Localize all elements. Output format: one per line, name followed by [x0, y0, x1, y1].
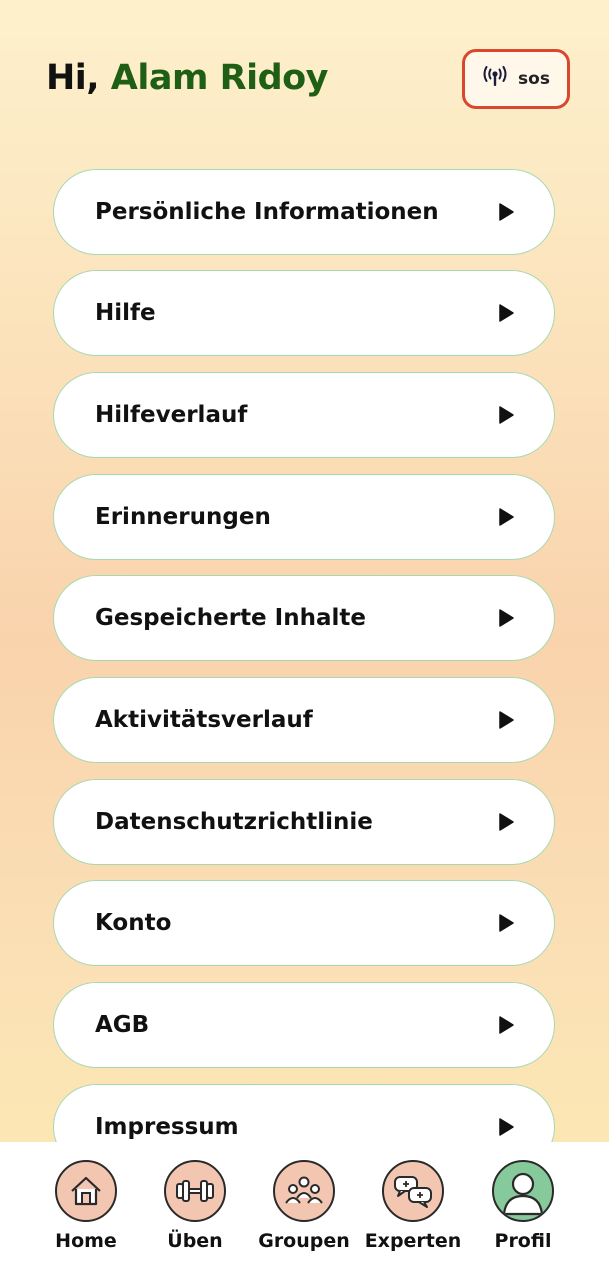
play-triangle-icon	[498, 914, 516, 932]
play-triangle-icon	[498, 1118, 516, 1136]
user-profile-icon	[492, 1160, 554, 1222]
profile-menu: Persönliche Informationen Hilfe Hilfever…	[53, 169, 555, 1144]
sos-label: sos	[518, 69, 550, 89]
menu-item-label: Datenschutzrichtlinie	[95, 809, 373, 835]
greeting-title: Hi, Alam Ridoy	[46, 58, 329, 98]
user-name: Alam Ridoy	[110, 58, 329, 98]
play-triangle-icon	[498, 304, 516, 322]
nav-label: Profil	[494, 1230, 552, 1252]
nav-label: Üben	[167, 1230, 223, 1252]
nav-groupen[interactable]: Groupen	[249, 1160, 359, 1270]
menu-item-label: Persönliche Informationen	[95, 199, 439, 225]
nav-label: Groupen	[258, 1230, 350, 1252]
menu-item-label: Hilfeverlauf	[95, 402, 248, 428]
greeting-text: Hi,	[46, 58, 100, 98]
play-triangle-icon	[498, 1016, 516, 1034]
play-triangle-icon	[498, 203, 516, 221]
nav-label: Experten	[364, 1230, 462, 1252]
play-triangle-icon	[498, 813, 516, 831]
dumbbell-icon	[164, 1160, 226, 1222]
menu-item-label: Konto	[95, 910, 172, 936]
play-triangle-icon	[498, 406, 516, 424]
header: Hi, Alam Ridoy sos	[0, 0, 609, 160]
menu-item-label: Hilfe	[95, 300, 156, 326]
sos-button[interactable]: sos	[462, 49, 570, 109]
menu-item-datenschutz[interactable]: Datenschutzrichtlinie	[53, 779, 555, 865]
play-triangle-icon	[498, 711, 516, 729]
menu-item-label: Erinnerungen	[95, 504, 271, 530]
menu-item-agb[interactable]: AGB	[53, 982, 555, 1068]
nav-home[interactable]: Home	[31, 1160, 141, 1270]
play-triangle-icon	[498, 508, 516, 526]
menu-item-erinnerungen[interactable]: Erinnerungen	[53, 474, 555, 560]
nav-experten[interactable]: Experten	[358, 1160, 468, 1270]
menu-item-konto[interactable]: Konto	[53, 880, 555, 966]
menu-item-impressum[interactable]: Impressum	[53, 1084, 555, 1144]
play-triangle-icon	[498, 609, 516, 627]
menu-item-hilfeverlauf[interactable]: Hilfeverlauf	[53, 372, 555, 458]
menu-item-label: Impressum	[95, 1114, 239, 1140]
house-icon	[55, 1160, 117, 1222]
broadcast-antenna-icon	[482, 66, 508, 92]
menu-item-personal-info[interactable]: Persönliche Informationen	[53, 169, 555, 255]
menu-item-label: Aktivitätsverlauf	[95, 707, 313, 733]
menu-item-aktivitaetsverlauf[interactable]: Aktivitätsverlauf	[53, 677, 555, 763]
menu-item-label: AGB	[95, 1012, 150, 1038]
nav-profil[interactable]: Profil	[468, 1160, 578, 1270]
menu-item-hilfe[interactable]: Hilfe	[53, 270, 555, 356]
chat-bubbles-icon	[382, 1160, 444, 1222]
group-people-icon	[273, 1160, 335, 1222]
menu-item-gespeicherte-inhalte[interactable]: Gespeicherte Inhalte	[53, 575, 555, 661]
nav-ueben[interactable]: Üben	[140, 1160, 250, 1270]
nav-label: Home	[55, 1230, 117, 1252]
menu-item-label: Gespeicherte Inhalte	[95, 605, 366, 631]
bottom-nav: Home Üben Groupen Experten Profil	[0, 1142, 609, 1280]
